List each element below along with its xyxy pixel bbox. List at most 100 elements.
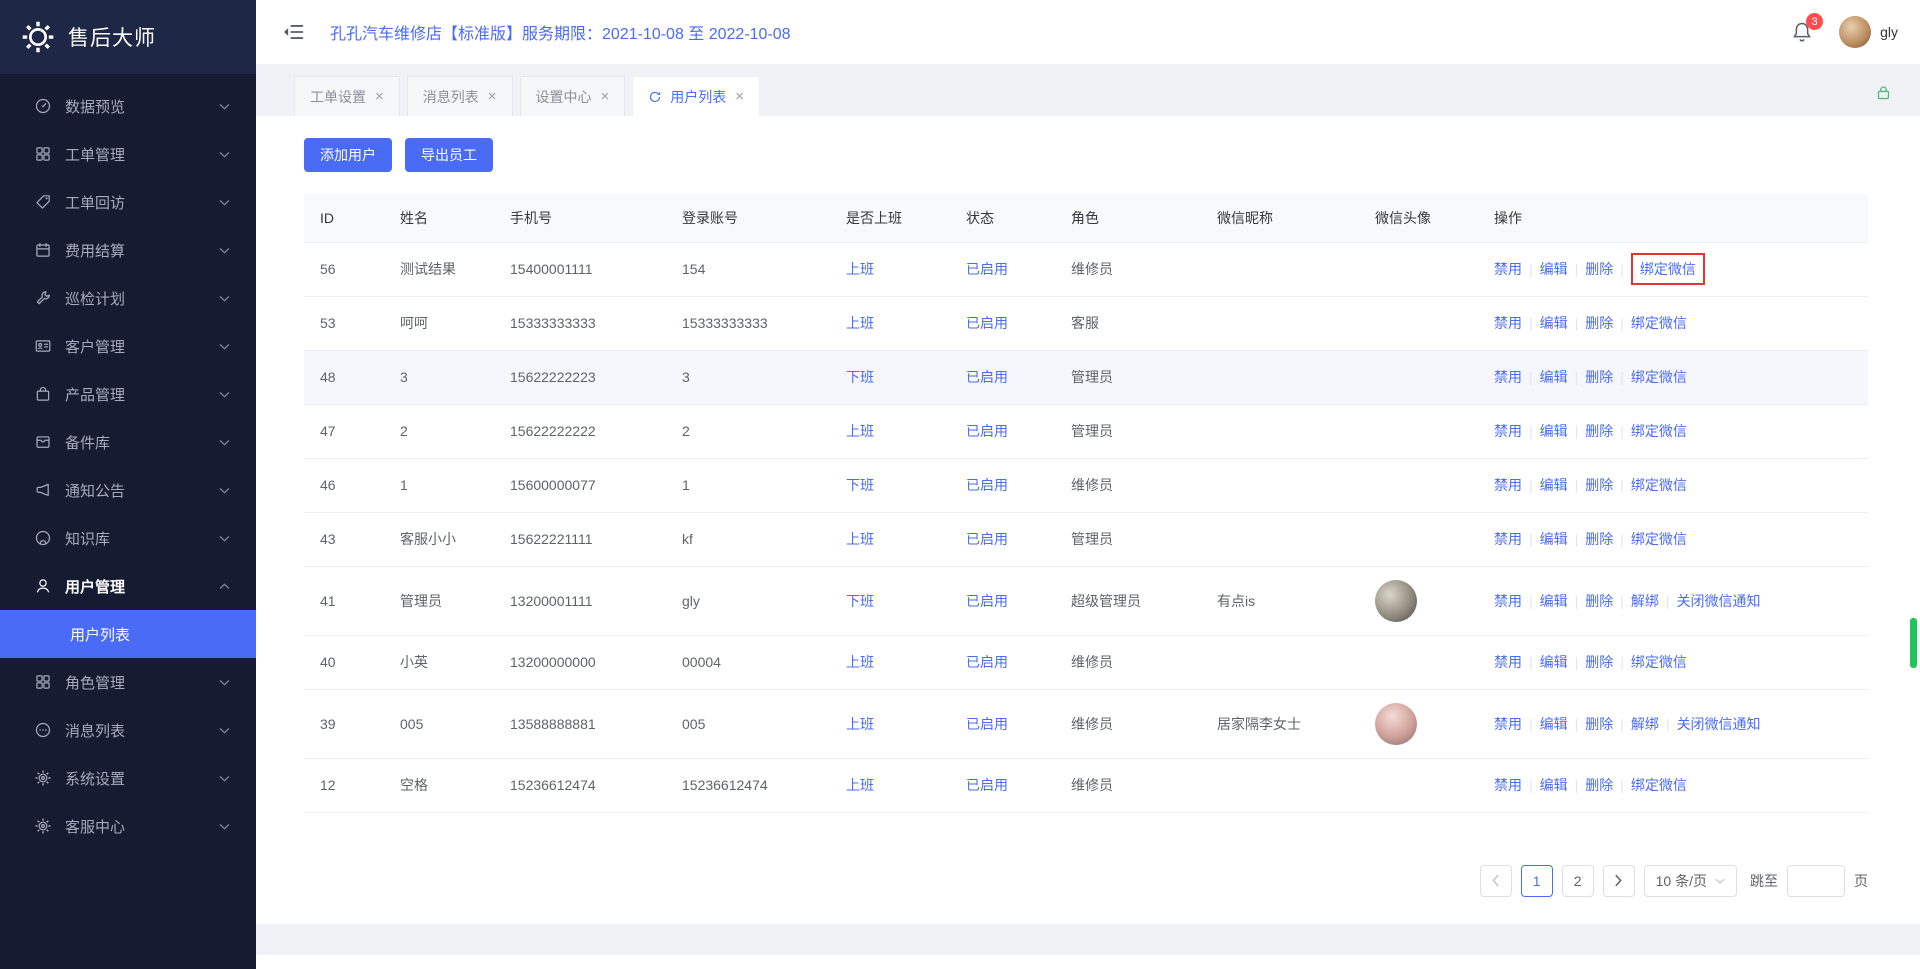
action-delete-link[interactable]: 删除 [1585,716,1613,732]
pagination-page-2[interactable]: 2 [1562,865,1594,897]
action-bind-wechat-link[interactable]: 绑定微信 [1640,261,1696,277]
sidebar-item-system-settings[interactable]: 系统设置 [0,754,256,802]
action-unbind-link[interactable]: 解绑 [1631,593,1659,609]
sidebar-item-work-orders[interactable]: 工单管理 [0,130,256,178]
duty-toggle-link[interactable]: 上班 [846,654,874,670]
action-bind-wechat-link[interactable]: 绑定微信 [1631,315,1687,331]
action-disable-link[interactable]: 禁用 [1494,477,1522,493]
tab-order-settings[interactable]: 工单设置× [294,76,400,116]
tab-settings-center[interactable]: 设置中心× [520,76,626,116]
duty-toggle-link[interactable]: 上班 [846,261,874,277]
close-icon[interactable]: × [375,89,384,104]
status-badge[interactable]: 已启用 [966,716,1008,732]
action-delete-link[interactable]: 删除 [1585,531,1613,547]
action-bind-wechat-link[interactable]: 绑定微信 [1631,654,1687,670]
sidebar-item-users[interactable]: 用户管理 [0,562,256,610]
status-badge[interactable]: 已启用 [966,777,1008,793]
notification-bell-icon[interactable]: 3 [1791,21,1813,43]
action-edit-link[interactable]: 编辑 [1540,261,1568,277]
action-delete-link[interactable]: 删除 [1585,315,1613,331]
export-staff-button[interactable]: 导出员工 [405,138,493,172]
action-edit-link[interactable]: 编辑 [1540,315,1568,331]
status-badge[interactable]: 已启用 [966,531,1008,547]
action-disable-link[interactable]: 禁用 [1494,369,1522,385]
action-disable-link[interactable]: 禁用 [1494,531,1522,547]
sidebar-fold-icon[interactable] [282,23,304,41]
action-disable-link[interactable]: 禁用 [1494,716,1522,732]
close-icon[interactable]: × [601,89,610,104]
status-badge[interactable]: 已启用 [966,477,1008,493]
sidebar-item-messages[interactable]: 消息列表 [0,706,256,754]
sidebar-item-knowledge-base[interactable]: 知识库 [0,514,256,562]
pagination-page-1[interactable]: 1 [1521,865,1553,897]
status-badge[interactable]: 已启用 [966,654,1008,670]
action-edit-link[interactable]: 编辑 [1540,716,1568,732]
page-size-select[interactable]: 10 条/页 [1644,865,1737,897]
action-edit-link[interactable]: 编辑 [1540,777,1568,793]
action-edit-link[interactable]: 编辑 [1540,423,1568,439]
close-icon[interactable]: × [735,89,744,104]
action-disable-link[interactable]: 禁用 [1494,777,1522,793]
duty-toggle-link[interactable]: 上班 [846,777,874,793]
sidebar-item-notices[interactable]: 通知公告 [0,466,256,514]
action-delete-link[interactable]: 删除 [1585,477,1613,493]
action-edit-link[interactable]: 编辑 [1540,477,1568,493]
scrollbar-thumb[interactable] [1910,618,1917,668]
sidebar-item-products[interactable]: 产品管理 [0,370,256,418]
action-disable-link[interactable]: 禁用 [1494,315,1522,331]
action-bind-wechat-link[interactable]: 绑定微信 [1631,777,1687,793]
sidebar-item-service-center[interactable]: 客服中心 [0,802,256,850]
action-disable-link[interactable]: 禁用 [1494,261,1522,277]
close-icon[interactable]: × [488,89,497,104]
duty-toggle-link[interactable]: 上班 [846,716,874,732]
username-label[interactable]: gly [1880,24,1898,40]
status-badge[interactable]: 已启用 [966,593,1008,609]
status-badge[interactable]: 已启用 [966,261,1008,277]
tab-message-list[interactable]: 消息列表× [407,76,513,116]
action-disable-link[interactable]: 禁用 [1494,654,1522,670]
action-delete-link[interactable]: 删除 [1585,261,1613,277]
action-close-wechat-notify-link[interactable]: 关闭微信通知 [1677,593,1761,609]
jump-page-input[interactable] [1787,865,1845,897]
duty-toggle-link[interactable]: 上班 [846,423,874,439]
action-unbind-link[interactable]: 解绑 [1631,716,1659,732]
action-delete-link[interactable]: 删除 [1585,423,1613,439]
action-delete-link[interactable]: 删除 [1585,654,1613,670]
duty-toggle-link[interactable]: 下班 [846,477,874,493]
sidebar-item-fee-settlement[interactable]: 费用结算 [0,226,256,274]
duty-toggle-link[interactable]: 下班 [846,593,874,609]
duty-toggle-link[interactable]: 下班 [846,369,874,385]
action-edit-link[interactable]: 编辑 [1540,531,1568,547]
add-user-button[interactable]: 添加用户 [304,138,392,172]
action-bind-wechat-link[interactable]: 绑定微信 [1631,423,1687,439]
sidebar-subitem-user-list[interactable]: 用户列表 [0,610,256,658]
action-bind-wechat-link[interactable]: 绑定微信 [1631,369,1687,385]
sidebar-item-spare-parts[interactable]: 备件库 [0,418,256,466]
status-badge[interactable]: 已启用 [966,423,1008,439]
action-disable-link[interactable]: 禁用 [1494,423,1522,439]
action-disable-link[interactable]: 禁用 [1494,593,1522,609]
duty-toggle-link[interactable]: 上班 [846,315,874,331]
pagination-prev-button[interactable] [1480,865,1512,897]
tab-user-list[interactable]: 用户列表× [632,76,760,116]
action-edit-link[interactable]: 编辑 [1540,593,1568,609]
status-badge[interactable]: 已启用 [966,315,1008,331]
action-bind-wechat-link[interactable]: 绑定微信 [1631,477,1687,493]
sidebar-item-inspection-plan[interactable]: 巡检计划 [0,274,256,322]
sidebar-item-data-preview[interactable]: 数据预览 [0,82,256,130]
action-delete-link[interactable]: 删除 [1585,777,1613,793]
sidebar-item-order-followup[interactable]: 工单回访 [0,178,256,226]
lock-icon[interactable] [1875,84,1892,101]
sidebar-item-customers[interactable]: 客户管理 [0,322,256,370]
action-edit-link[interactable]: 编辑 [1540,654,1568,670]
sidebar-item-roles[interactable]: 角色管理 [0,658,256,706]
action-close-wechat-notify-link[interactable]: 关闭微信通知 [1677,716,1761,732]
pagination-next-button[interactable] [1603,865,1635,897]
duty-toggle-link[interactable]: 上班 [846,531,874,547]
action-delete-link[interactable]: 删除 [1585,593,1613,609]
action-edit-link[interactable]: 编辑 [1540,369,1568,385]
refresh-icon[interactable] [648,90,662,104]
action-bind-wechat-link[interactable]: 绑定微信 [1631,531,1687,547]
user-avatar[interactable] [1839,16,1871,48]
action-delete-link[interactable]: 删除 [1585,369,1613,385]
